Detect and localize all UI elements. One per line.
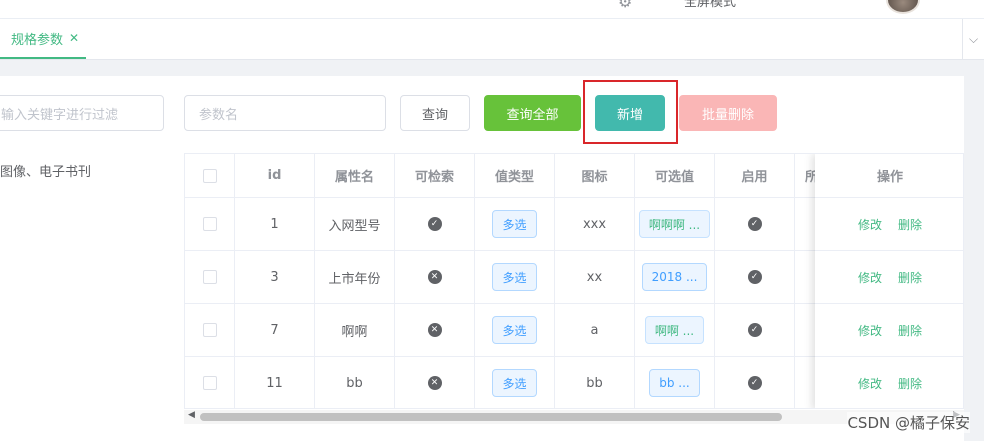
edit-link[interactable]: 修改	[858, 269, 882, 286]
check-circle-icon: ✓	[427, 217, 442, 231]
check-circle-icon: ✓	[747, 376, 762, 390]
cell-value-type: 多选	[475, 357, 555, 408]
cell-options: 啊啊啊 ...	[635, 198, 715, 251]
x-circle-icon: ✕	[427, 270, 442, 284]
column-header-enabled[interactable]: 启用	[715, 154, 795, 198]
column-header-id[interactable]: id	[235, 154, 315, 198]
cell-searchable: ✕	[395, 357, 475, 408]
value-type-tag: 多选	[492, 263, 537, 291]
cell-id: 11	[235, 357, 315, 408]
cell-options: 2018 ...	[635, 251, 715, 304]
row-checkbox[interactable]	[202, 323, 217, 337]
query-button[interactable]: 查询	[400, 95, 470, 131]
cell-searchable: ✕	[395, 251, 475, 304]
edit-link[interactable]: 修改	[858, 322, 882, 339]
cell-options: 啊啊 ...	[635, 304, 715, 357]
select-all-cell[interactable]	[185, 154, 235, 198]
params-table: id 属性名 可检索 值类型 图标 可选值 启用 所 1 入网型号 ✓ 多选 x…	[184, 153, 964, 409]
edit-link[interactable]: 修改	[858, 375, 882, 392]
cell-id: 7	[235, 304, 315, 357]
check-circle-icon: ✓	[747, 323, 762, 337]
cell-value-type: 多选	[475, 304, 555, 357]
column-header-value-type[interactable]: 值类型	[475, 154, 555, 198]
tree-node[interactable]: 图像、电子书刊	[0, 161, 91, 180]
row-select-cell[interactable]	[185, 198, 235, 251]
option-tag: 2018 ...	[641, 263, 708, 291]
scrollbar-thumb[interactable]	[200, 413, 782, 421]
column-header-icon[interactable]: 图标	[555, 154, 635, 198]
fixed-actions-column: 操作 修改 删除 修改 删除 修改 删除 修改 删除	[815, 154, 963, 408]
check-circle-icon: ✓	[747, 270, 762, 284]
batch-delete-button[interactable]: 批量删除	[679, 95, 777, 131]
row-checkbox[interactable]	[202, 376, 217, 390]
tab-label: 规格参数	[11, 32, 64, 48]
option-tag: bb ...	[649, 369, 700, 397]
cell-name: 入网型号	[315, 198, 395, 251]
select-all-checkbox[interactable]	[202, 168, 217, 183]
fullscreen-button[interactable]: 全屏模式	[684, 0, 736, 10]
cell-value-type: 多选	[475, 251, 555, 304]
value-type-tag: 多选	[492, 210, 537, 238]
cell-searchable: ✕	[395, 304, 475, 357]
row-select-cell[interactable]	[185, 357, 235, 408]
gear-icon[interactable]: ⚙	[618, 0, 632, 11]
row-select-cell[interactable]	[185, 304, 235, 357]
tab-spec-params[interactable]: 规格参数 ✕	[0, 19, 86, 59]
cell-searchable: ✓	[395, 198, 475, 251]
column-header-name[interactable]: 属性名	[315, 154, 395, 198]
cell-id: 3	[235, 251, 315, 304]
tree-filter-input[interactable]: 输入关键字进行过滤	[0, 95, 164, 131]
tab-bar: 规格参数 ✕ ⌵	[0, 19, 984, 60]
cell-options: bb ...	[635, 357, 715, 408]
row-checkbox[interactable]	[202, 217, 217, 231]
cell-icon: a	[555, 304, 635, 357]
option-tag: 啊啊 ...	[644, 316, 705, 344]
cell-id: 1	[235, 198, 315, 251]
row-actions: 修改 删除	[815, 304, 963, 357]
cell-enabled: ✓	[715, 251, 795, 304]
watermark: CSDN @橘子保安	[847, 412, 970, 433]
row-select-cell[interactable]	[185, 251, 235, 304]
top-navbar: ⚙ 全屏模式	[0, 0, 984, 19]
row-checkbox[interactable]	[202, 270, 217, 284]
right-gutter	[964, 76, 984, 441]
column-header-actions[interactable]: 操作	[815, 154, 963, 198]
delete-link[interactable]: 删除	[898, 216, 922, 233]
delete-link[interactable]: 删除	[898, 269, 922, 286]
avatar[interactable]	[886, 0, 920, 14]
cell-name: 上市年份	[315, 251, 395, 304]
check-circle-icon: ✓	[747, 217, 762, 231]
close-icon[interactable]: ✕	[69, 31, 79, 45]
value-type-tag: 多选	[492, 369, 537, 397]
highlight-annotation	[583, 80, 678, 144]
cell-icon: xx	[555, 251, 635, 304]
delete-link[interactable]: 删除	[898, 375, 922, 392]
cell-enabled: ✓	[715, 304, 795, 357]
column-header-options[interactable]: 可选值	[635, 154, 715, 198]
cell-icon: xxx	[555, 198, 635, 251]
query-all-button[interactable]: 查询全部	[484, 95, 581, 131]
edit-link[interactable]: 修改	[858, 216, 882, 233]
value-type-tag: 多选	[492, 316, 537, 344]
cell-icon: bb	[555, 357, 635, 408]
x-circle-icon: ✕	[427, 323, 442, 337]
row-actions: 修改 删除	[815, 198, 963, 251]
row-actions: 修改 删除	[815, 357, 963, 408]
scroll-left-icon[interactable]: ◀	[188, 410, 195, 420]
cell-enabled: ✓	[715, 357, 795, 408]
cell-enabled: ✓	[715, 198, 795, 251]
cell-value-type: 多选	[475, 198, 555, 251]
cell-name: 啊啊	[315, 304, 395, 357]
column-header-searchable[interactable]: 可检索	[395, 154, 475, 198]
param-name-input[interactable]: 参数名	[184, 95, 386, 131]
option-tag: 啊啊啊 ...	[638, 210, 711, 238]
cell-name: bb	[315, 357, 395, 408]
delete-link[interactable]: 删除	[898, 322, 922, 339]
content-divider	[0, 60, 984, 76]
row-actions: 修改 删除	[815, 251, 963, 304]
chevron-down-icon[interactable]: ⌵	[962, 19, 984, 59]
x-circle-icon: ✕	[427, 376, 442, 390]
